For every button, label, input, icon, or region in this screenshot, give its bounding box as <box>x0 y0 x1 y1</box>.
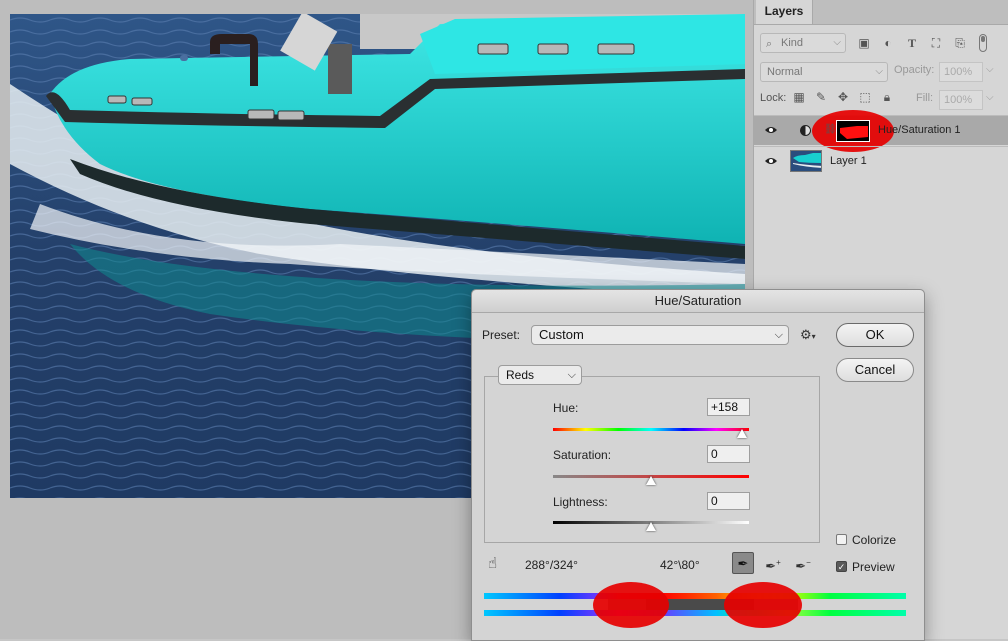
layer-row-hue-saturation[interactable]: ⛓ Hue/Saturation 1 <box>754 110 1008 152</box>
filter-smartobject-icon[interactable]: ⎘ <box>952 35 968 51</box>
layer-row-layer-1[interactable]: Layer 1 <box>754 146 1008 176</box>
preview-label: Preview <box>852 560 895 574</box>
colorize-checkbox[interactable] <box>836 534 847 545</box>
filter-kind-label: Kind <box>781 37 804 49</box>
hue-label: Hue: <box>553 401 579 415</box>
search-icon: ⌕ <box>766 38 773 50</box>
eye-visibility-icon[interactable] <box>764 155 778 167</box>
hue-saturation-dialog: Hue/Saturation Preset: Custom ⌵ ⚙▾ OK Ca… <box>471 289 925 641</box>
eyedropper-subtract-icon[interactable]: ✒︎− <box>792 552 814 574</box>
filter-toggle[interactable] <box>979 34 987 52</box>
preset-value: Custom <box>539 327 584 342</box>
filter-toggle-knob-icon <box>981 36 985 42</box>
chevron-down-icon: ⌵ <box>833 37 841 48</box>
range-left-readout: 288°/324° <box>525 558 578 572</box>
saturation-label: Saturation: <box>553 448 612 462</box>
layer-image-thumbnail[interactable] <box>790 150 822 172</box>
layer-name[interactable]: Hue/Saturation 1 <box>878 124 961 136</box>
hue-input[interactable]: +158 <box>707 398 750 416</box>
lightness-label: Lightness: <box>553 495 608 509</box>
layer-mask-thumbnail[interactable] <box>836 120 870 142</box>
filter-adjustment-icon[interactable]: ◐ <box>880 35 896 51</box>
hue-slider-track[interactable] <box>553 428 749 431</box>
chevron-down-icon[interactable]: ⌵ <box>986 92 994 103</box>
opacity-input[interactable]: 100% <box>939 62 983 82</box>
layer-name[interactable]: Layer 1 <box>830 155 867 167</box>
saturation-slider-thumb[interactable] <box>646 476 656 485</box>
red-annotation-circle-right <box>724 582 802 628</box>
preset-label: Preset: <box>482 328 521 342</box>
adjustment-layer-icon <box>800 125 811 136</box>
fill-input[interactable]: 100% <box>939 90 983 110</box>
filter-kind-select[interactable]: ⌕ Kind ⌵ <box>760 33 846 53</box>
chevron-down-icon: ▾ <box>811 332 816 341</box>
filter-shape-icon[interactable]: ⛶ <box>928 35 944 51</box>
fill-label: Fill: <box>916 92 934 104</box>
dialog-title: Hue/Saturation <box>472 290 924 313</box>
panel-tab-bar: Layers <box>754 0 1008 25</box>
preset-select[interactable]: Custom ⌵ <box>531 325 789 345</box>
eyedropper-icon[interactable]: ✒︎ <box>732 552 754 574</box>
result-color-bar <box>484 610 906 616</box>
hue-slider-thumb[interactable] <box>737 429 747 438</box>
gear-icon[interactable]: ⚙▾ <box>800 327 816 343</box>
lightness-input[interactable]: 0 <box>707 492 750 510</box>
targeted-adjustment-hand-icon[interactable]: ☝︎ <box>488 554 497 572</box>
blend-mode-label: Normal <box>767 66 803 78</box>
range-right-readout: 42°\80° <box>660 558 700 572</box>
link-chain-icon[interactable]: ⛓ <box>824 124 837 135</box>
filter-pixel-icon[interactable]: ▣ <box>856 35 872 51</box>
cancel-button[interactable]: Cancel <box>836 358 914 382</box>
tab-layers[interactable]: Layers <box>756 0 813 24</box>
chevron-down-icon[interactable]: ⌵ <box>986 64 994 75</box>
lock-artboard-icon[interactable]: ⬚ <box>858 90 872 106</box>
ok-button[interactable]: OK <box>836 323 914 347</box>
channel-value: Reds <box>506 368 535 382</box>
chevron-down-icon: ⌵ <box>875 66 883 77</box>
opacity-label: Opacity: <box>894 64 935 76</box>
blend-mode-select[interactable]: Normal ⌵ <box>760 62 888 82</box>
eyedropper-add-icon[interactable]: ✒︎+ <box>762 552 784 574</box>
saturation-input[interactable]: 0 <box>707 445 750 463</box>
lightness-slider-thumb[interactable] <box>646 522 656 531</box>
lock-paint-brush-icon[interactable]: ✎ <box>814 90 828 106</box>
lock-position-move-icon[interactable]: ✥ <box>836 90 850 106</box>
filter-type-icon[interactable]: T <box>904 35 920 51</box>
red-annotation-circle-left <box>593 582 669 628</box>
channel-select[interactable]: Reds ⌵ <box>498 365 582 385</box>
adjustment-group: Reds ⌵ Hue: +158 Saturation: 0 Lightness… <box>484 365 820 543</box>
lock-label: Lock: <box>760 92 787 104</box>
chevron-down-icon: ⌵ <box>774 329 783 341</box>
lock-transparent-icon[interactable]: ▦ <box>792 90 806 106</box>
chevron-down-icon: ⌵ <box>567 369 576 381</box>
lock-all-icon[interactable]: 🔒︎ <box>880 90 894 106</box>
colorize-label: Colorize <box>852 533 897 547</box>
eye-visibility-icon[interactable] <box>764 124 778 136</box>
preview-checkbox[interactable]: ✓ <box>836 561 847 572</box>
